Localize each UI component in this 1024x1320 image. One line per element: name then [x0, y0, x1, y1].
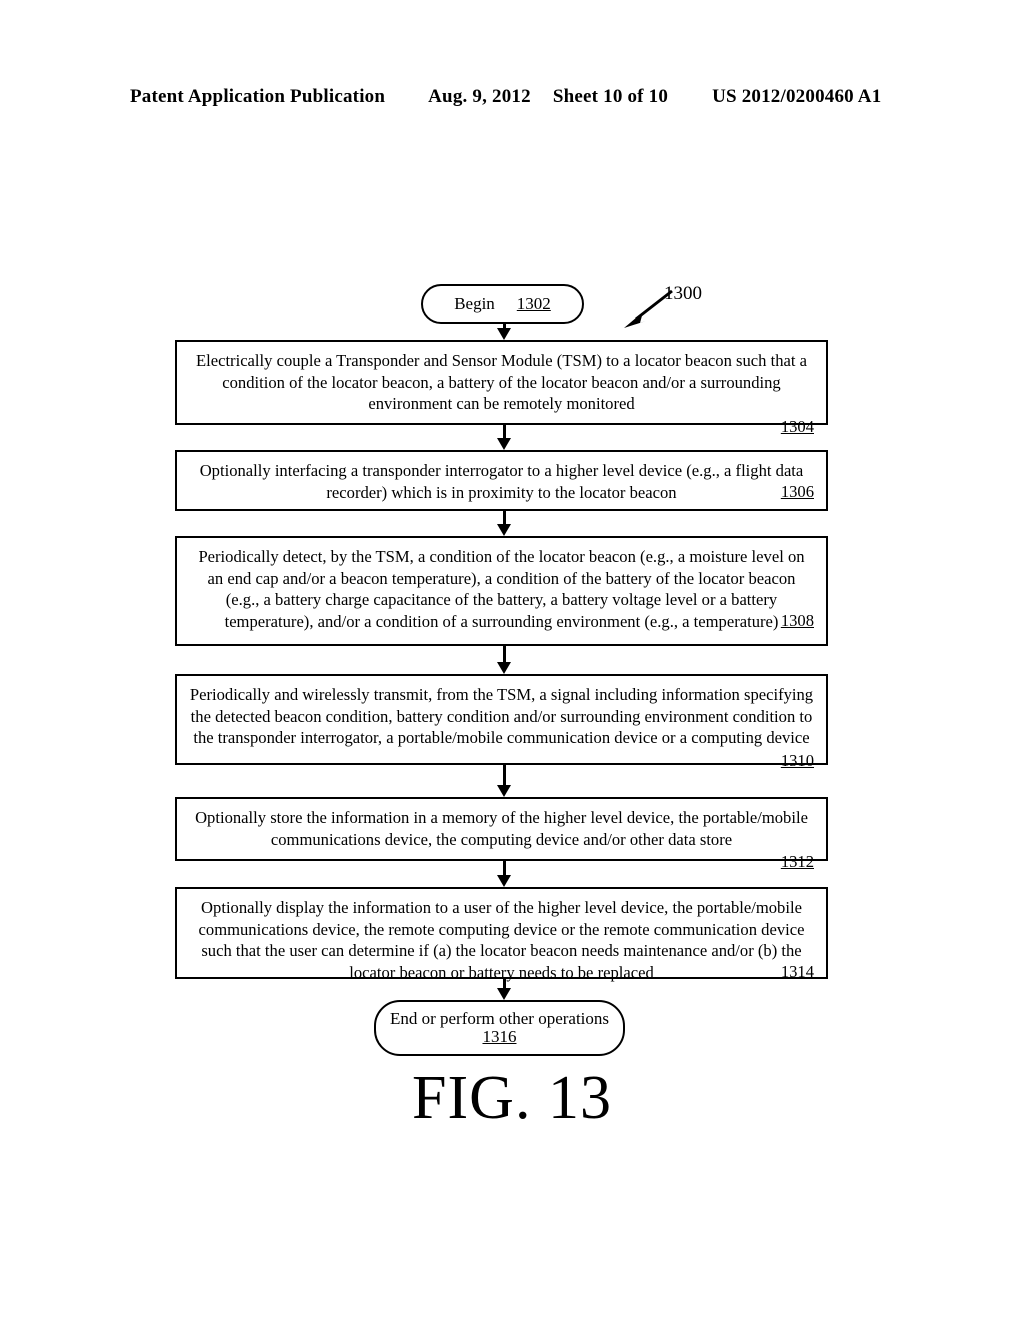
- connector-stem: [503, 861, 506, 876]
- connector-arrow: [497, 861, 511, 887]
- step-text: Electrically couple a Transponder and Se…: [195, 351, 808, 414]
- connector-stem: [503, 425, 506, 439]
- begin-ref-number: 1302: [516, 294, 551, 314]
- arrowhead-icon: [497, 524, 511, 536]
- arrowhead-icon: [497, 785, 511, 797]
- step-text: Periodically and wirelessly transmit, fr…: [189, 685, 814, 748]
- flow-step-1308: Periodically detect, by the TSM, a condi…: [175, 536, 828, 646]
- step-text: Optionally store the information in a me…: [195, 808, 808, 849]
- begin-node-content: Begin 1302: [454, 294, 551, 313]
- end-node-content: End or perform other operations 1316: [389, 1008, 610, 1047]
- begin-label: Begin: [454, 294, 495, 314]
- connector-arrow: [497, 646, 511, 674]
- arrowhead-icon: [497, 328, 511, 340]
- connector-arrow: [497, 425, 511, 450]
- connector-arrow: [497, 511, 511, 536]
- flow-step-1312: Optionally store the information in a me…: [175, 797, 828, 871]
- arrowhead-icon: [497, 438, 511, 450]
- flow-node-end: End or perform other operations 1316: [374, 1000, 625, 1056]
- diagram-ref-callout: 1300: [614, 283, 734, 331]
- flow-node-begin: Begin 1302: [421, 284, 584, 324]
- end-ref-number: 1316: [482, 1027, 517, 1046]
- connector-stem: [503, 646, 506, 663]
- arrowhead-icon: [497, 988, 511, 1000]
- end-label: End or perform other operations: [389, 1008, 610, 1028]
- connector-stem: [503, 511, 506, 525]
- flow-step-1304: Electrically couple a Transponder and Se…: [175, 340, 828, 436]
- figure-caption: FIG. 13: [412, 1064, 612, 1132]
- flow-step-1306: Optionally interfacing a transponder int…: [175, 450, 828, 511]
- diagonal-arrow-icon: [624, 289, 673, 328]
- step-text: Periodically detect, by the TSM, a condi…: [198, 547, 805, 631]
- connector-arrow: [497, 765, 511, 797]
- flow-step-1314: Optionally display the information to a …: [175, 887, 828, 982]
- connector-stem: [503, 765, 506, 786]
- connector-arrow: [497, 979, 511, 1000]
- connector-arrow: [497, 324, 511, 340]
- flow-step-1310: Periodically and wirelessly transmit, fr…: [175, 674, 828, 770]
- arrowhead-icon: [497, 662, 511, 674]
- arrowhead-icon: [497, 875, 511, 887]
